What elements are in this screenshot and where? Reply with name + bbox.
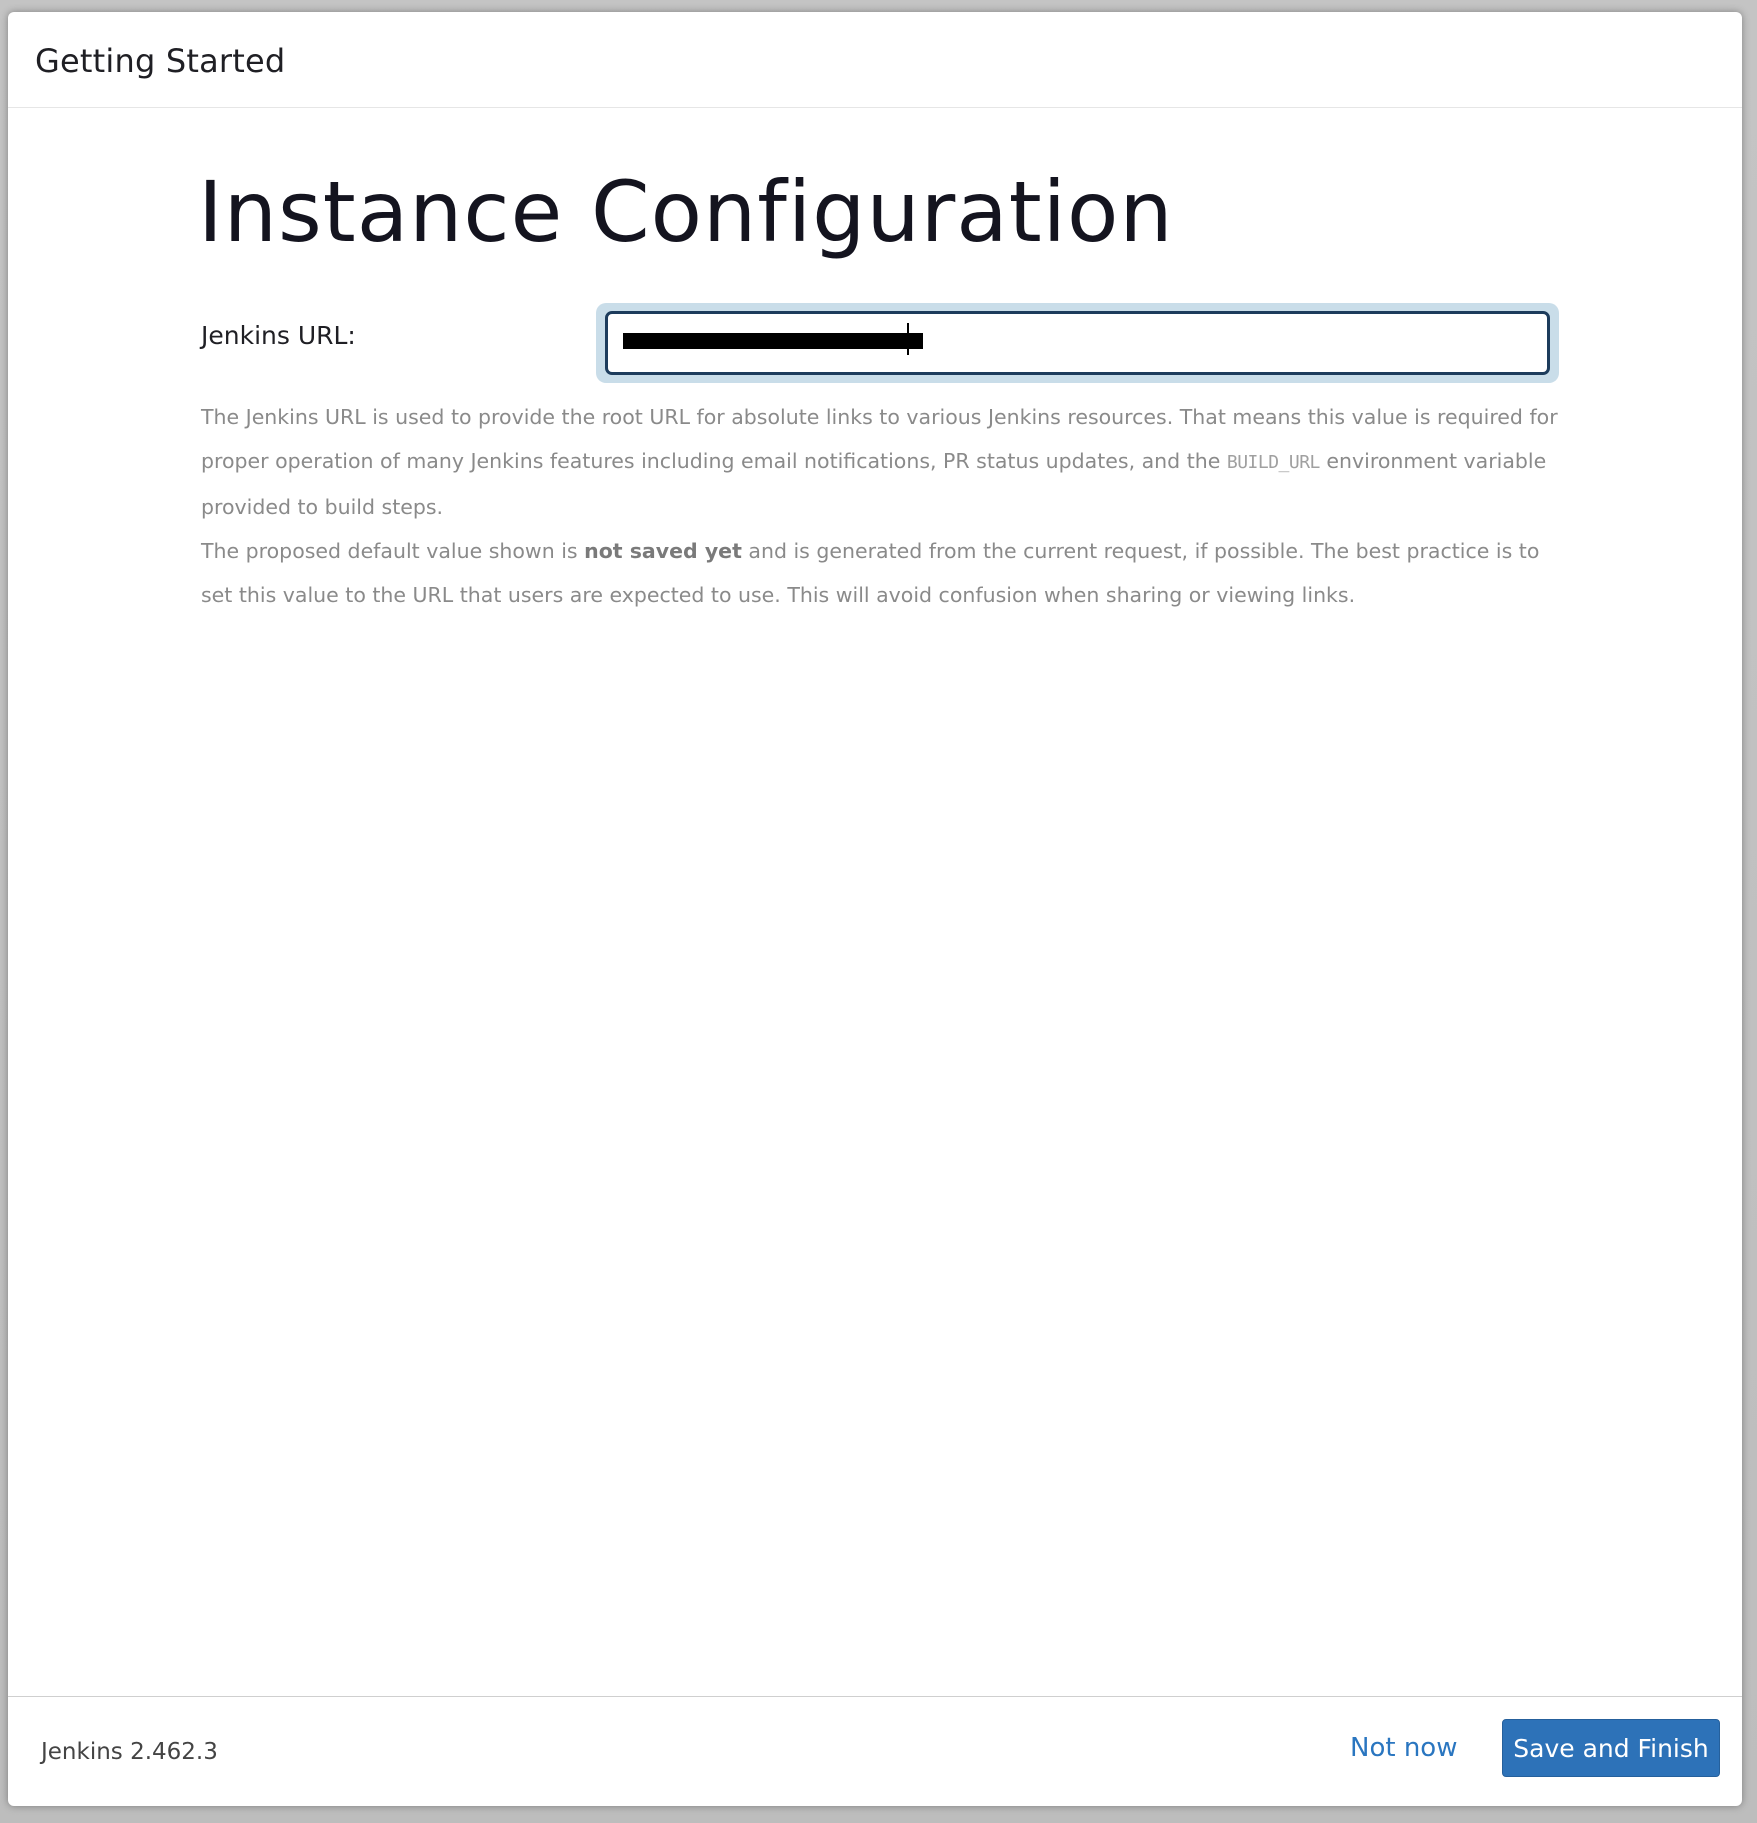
dialog-content: Instance Configuration Jenkins URL: The … (8, 108, 1742, 1708)
build-url-code: BUILD_URL (1226, 452, 1321, 473)
not-now-button[interactable]: Not now (1350, 1733, 1457, 1763)
dialog-header: Getting Started (8, 12, 1742, 108)
jenkins-url-focus-ring (596, 303, 1559, 383)
jenkins-version: Jenkins 2.462.3 (41, 1739, 218, 1765)
jenkins-url-label: Jenkins URL: (201, 321, 356, 350)
help-paragraph-1: The Jenkins URL is used to provide the r… (201, 405, 1558, 519)
jenkins-url-help: The Jenkins URL is used to provide the r… (201, 395, 1561, 617)
page-title: Instance Configuration (198, 163, 1174, 261)
help-paragraph-2: The proposed default value shown is not … (201, 539, 1540, 607)
save-and-finish-button[interactable]: Save and Finish (1502, 1719, 1720, 1777)
jenkins-url-input[interactable] (605, 311, 1550, 375)
dialog-title: Getting Started (35, 42, 286, 80)
not-saved-yet-emphasis: not saved yet (584, 539, 742, 563)
setup-dialog: Getting Started Instance Configuration J… (8, 12, 1742, 1806)
dialog-footer: Jenkins 2.462.3 Not now Save and Finish (8, 1696, 1742, 1806)
